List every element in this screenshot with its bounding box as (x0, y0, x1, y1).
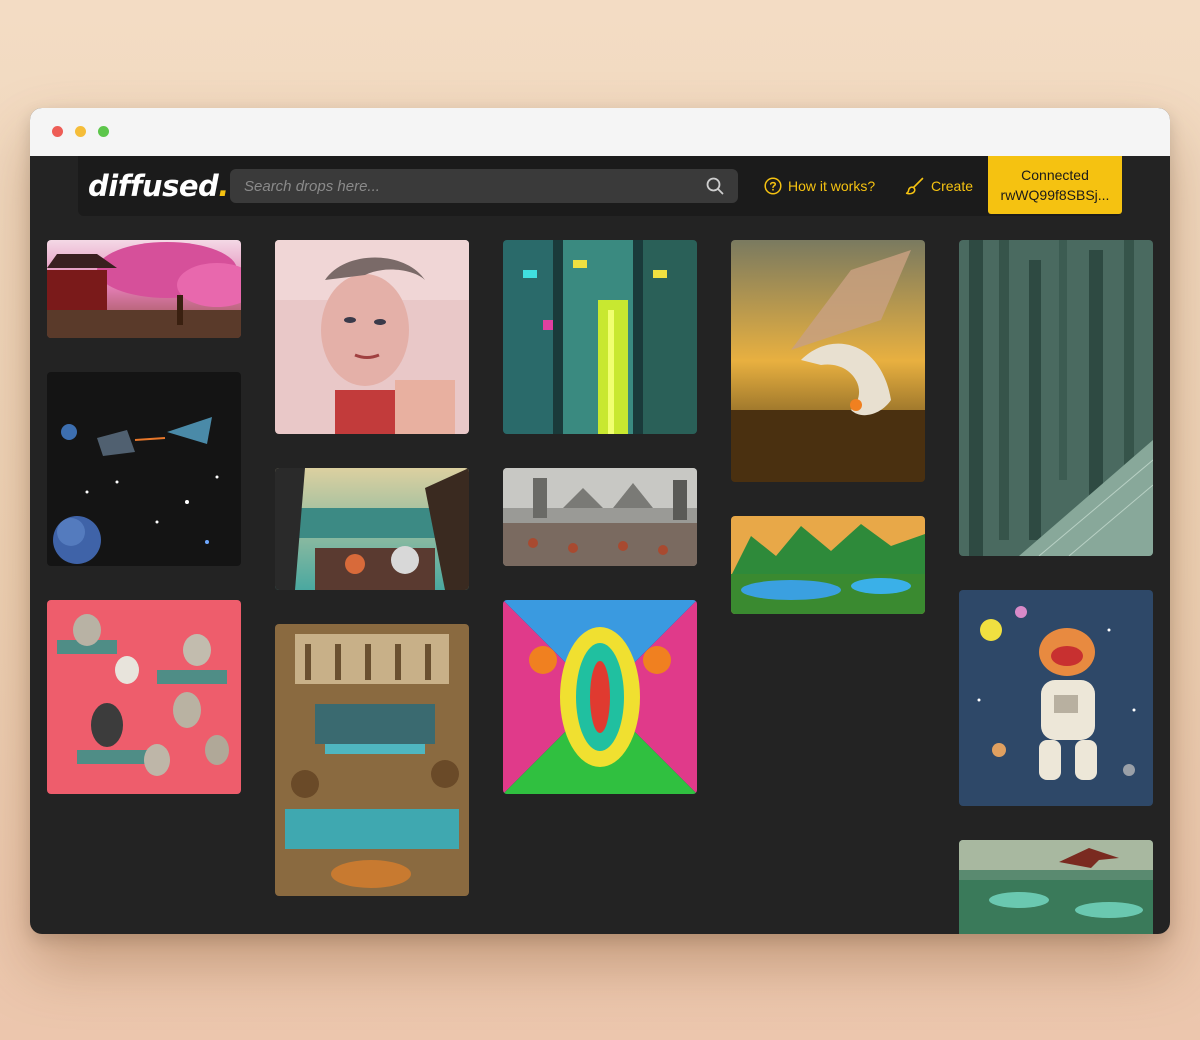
browser-window: diffused. How it works? Create Connected… (30, 108, 1170, 934)
search-icon[interactable] (706, 177, 724, 195)
gallery-item-green-mountains-lake[interactable] (731, 516, 925, 614)
minimize-window-button[interactable] (75, 126, 86, 137)
window-titlebar (30, 108, 1170, 156)
gallery-item-ancient-temple-pool[interactable] (275, 624, 469, 896)
gallery-item-astronaut-cat[interactable] (959, 590, 1153, 806)
close-window-button[interactable] (52, 126, 63, 137)
gallery-item-grey-skyscraper-forest[interactable] (959, 240, 1153, 556)
gallery-item-castle-battle[interactable] (503, 468, 697, 566)
gallery-item-dragon-sunset[interactable] (731, 240, 925, 482)
search-bar (230, 169, 738, 203)
how-it-works-label: How it works? (788, 178, 876, 194)
wallet-connect-button[interactable]: Connected rwWQ99f8SBSj... (988, 156, 1122, 214)
logo-text: diffused (88, 169, 219, 203)
how-it-works-link[interactable]: How it works? (764, 175, 875, 197)
wallet-address: rwWQ99f8SBSj... (1000, 187, 1110, 203)
maximize-window-button[interactable] (98, 126, 109, 137)
top-navbar: diffused. How it works? Create Connected… (78, 156, 1122, 216)
gallery-item-cats-on-pink-pattern[interactable] (47, 600, 241, 794)
gallery-item-cockpit-futuristic-city[interactable] (275, 468, 469, 590)
logo-dot: . (218, 169, 229, 203)
wallet-status: Connected (1021, 167, 1089, 183)
gallery-item-pterodactyl-landscape[interactable] (959, 840, 1153, 934)
logo[interactable]: diffused. (88, 166, 229, 206)
create-link[interactable]: Create (905, 175, 973, 197)
search-input[interactable] (230, 169, 690, 203)
question-circle-icon (764, 177, 782, 195)
gallery-item-space-battle[interactable] (47, 372, 241, 566)
gallery-item-woman-portrait[interactable] (275, 240, 469, 434)
gallery-item-psychedelic-symmetry[interactable] (503, 600, 697, 794)
gallery-item-cherry-blossom-temple[interactable] (47, 240, 241, 338)
create-label: Create (931, 178, 974, 194)
gallery-item-neon-cyberpunk-city[interactable] (503, 240, 697, 434)
paintbrush-icon (905, 177, 924, 195)
